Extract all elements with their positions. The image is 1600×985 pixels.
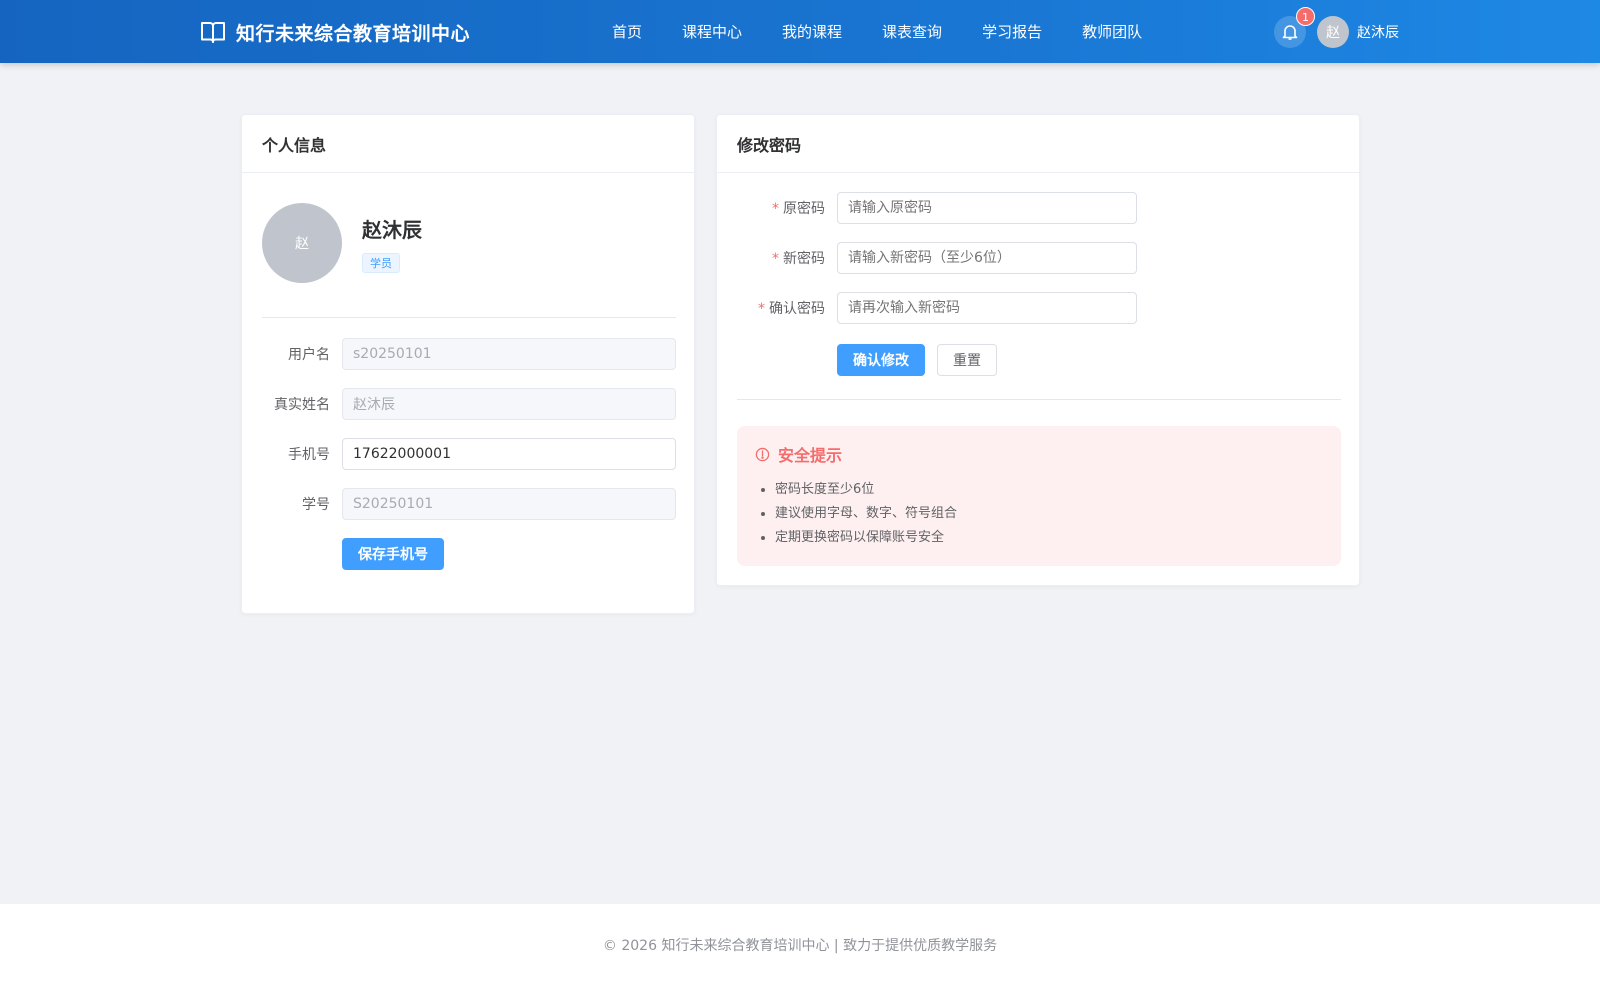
password-card-title: 修改密码 bbox=[717, 115, 1359, 173]
confirm-password-row: * 确认密码 bbox=[737, 292, 1337, 324]
required-mark: * bbox=[772, 201, 779, 217]
student-id-field bbox=[342, 488, 676, 520]
username-field bbox=[342, 338, 676, 370]
user-avatar[interactable]: 赵 bbox=[1317, 16, 1349, 48]
list-item: 密码长度至少6位 bbox=[755, 478, 1323, 502]
nav-item-study-report[interactable]: 学习报告 bbox=[982, 21, 1042, 42]
old-password-field[interactable] bbox=[837, 192, 1137, 224]
password-actions: 确认修改 重置 bbox=[837, 344, 997, 376]
footer-text: © 2026 知行未来综合教育培训中心 | 致力于提供优质教学服务 bbox=[602, 937, 998, 954]
confirm-password-field[interactable] bbox=[837, 292, 1137, 324]
reset-button[interactable]: 重置 bbox=[937, 344, 997, 376]
nav-item-course-center[interactable]: 课程中心 bbox=[682, 21, 742, 42]
save-row: 保存手机号 bbox=[262, 538, 676, 570]
old-password-row: * 原密码 bbox=[737, 192, 1337, 224]
top-header: 知行未来综合教育培训中心 首页 课程中心 我的课程 课表查询 学习报告 教师团队… bbox=[0, 0, 1600, 63]
notification-badge: 1 bbox=[1296, 7, 1315, 26]
new-password-row: * 新密码 bbox=[737, 242, 1337, 274]
bell-icon bbox=[1282, 25, 1298, 40]
user-name[interactable]: 赵沐辰 bbox=[1357, 22, 1399, 42]
nav-item-schedule[interactable]: 课表查询 bbox=[882, 21, 942, 42]
notification-button[interactable]: 1 bbox=[1274, 7, 1315, 48]
password-card: 修改密码 * 原密码 * 新密码 * 确认密码 确认修改 重置 安全提示 密码长度至少… bbox=[716, 114, 1360, 586]
student-id-label: 学号 bbox=[302, 497, 330, 513]
divider bbox=[262, 317, 676, 318]
profile-card-title: 个人信息 bbox=[242, 115, 694, 173]
required-mark: * bbox=[772, 251, 779, 267]
avatar: 赵 bbox=[262, 203, 342, 283]
student-id-row: 学号 bbox=[262, 488, 676, 520]
security-tips-title: 安全提示 bbox=[778, 446, 843, 465]
nav-item-home[interactable]: 首页 bbox=[612, 21, 642, 42]
new-password-label: 新密码 bbox=[783, 251, 825, 267]
phone-field[interactable] bbox=[342, 438, 676, 470]
phone-label: 手机号 bbox=[288, 447, 330, 463]
profile-summary: 赵 赵沐辰 学员 bbox=[262, 203, 422, 283]
brand-title: 知行未来综合教育培训中心 bbox=[236, 22, 471, 45]
security-tips: 安全提示 密码长度至少6位 建议使用字母、数字、符号组合 定期更换密码以保障账号… bbox=[737, 426, 1341, 566]
real-name-label: 真实姓名 bbox=[274, 397, 330, 413]
nav-item-teachers[interactable]: 教师团队 bbox=[1082, 21, 1142, 42]
confirm-password-label: 确认密码 bbox=[769, 301, 825, 317]
confirm-change-button[interactable]: 确认修改 bbox=[837, 344, 925, 376]
old-password-label: 原密码 bbox=[783, 201, 825, 217]
role-tag: 学员 bbox=[362, 252, 400, 273]
required-mark: * bbox=[758, 301, 765, 317]
username-row: 用户名 bbox=[262, 338, 676, 370]
brand[interactable]: 知行未来综合教育培训中心 bbox=[200, 16, 470, 48]
list-item: 建议使用字母、数字、符号组合 bbox=[755, 502, 1323, 526]
new-password-field[interactable] bbox=[837, 242, 1137, 274]
book-open-icon bbox=[201, 22, 225, 43]
list-item: 定期更换密码以保障账号安全 bbox=[755, 526, 1323, 550]
real-name-row: 真实姓名 bbox=[262, 388, 676, 420]
nav-item-my-courses[interactable]: 我的课程 bbox=[782, 21, 842, 42]
main-nav: 首页 课程中心 我的课程 课表查询 学习报告 教师团队 bbox=[612, 0, 1182, 63]
header-user-area: 1 赵 赵沐辰 bbox=[1274, 7, 1399, 48]
warning-circle-icon bbox=[755, 447, 770, 461]
profile-card: 个人信息 赵 赵沐辰 学员 用户名 真实姓名 手机号 学号 保存手机号 bbox=[241, 114, 695, 614]
real-name-field bbox=[342, 388, 676, 420]
profile-name: 赵沐辰 bbox=[362, 217, 422, 242]
username-label: 用户名 bbox=[288, 347, 330, 363]
save-phone-button[interactable]: 保存手机号 bbox=[342, 538, 444, 570]
divider bbox=[737, 399, 1341, 400]
footer: © 2026 知行未来综合教育培训中心 | 致力于提供优质教学服务 bbox=[0, 904, 1600, 985]
security-tips-list: 密码长度至少6位 建议使用字母、数字、符号组合 定期更换密码以保障账号安全 bbox=[755, 478, 1323, 550]
phone-row: 手机号 bbox=[262, 438, 676, 470]
